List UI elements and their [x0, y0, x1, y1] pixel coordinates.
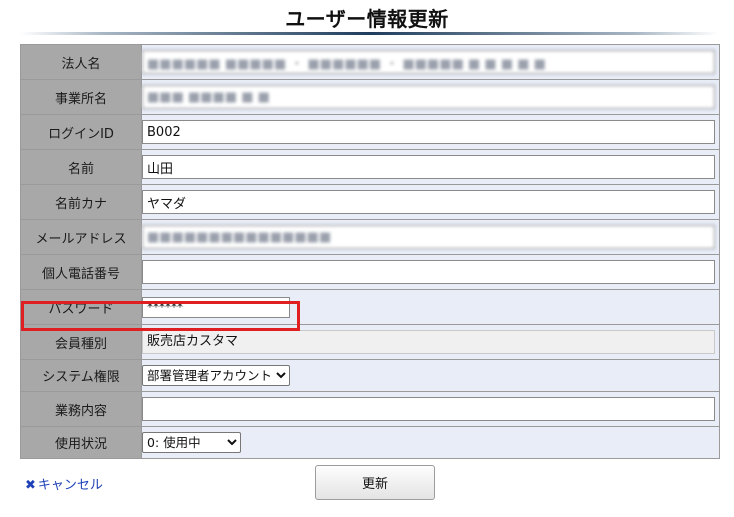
- row-system-role: システム権限 部署管理者アカウント: [20, 359, 720, 392]
- close-icon: ✖: [25, 478, 36, 493]
- system-role-select[interactable]: 部署管理者アカウント: [142, 365, 290, 386]
- status-label: 使用状況: [20, 426, 142, 459]
- email-label: メールアドレス: [20, 219, 142, 255]
- title-divider: [20, 32, 718, 35]
- business-input[interactable]: [142, 397, 715, 421]
- personal-phone-input[interactable]: [142, 260, 715, 284]
- password-input[interactable]: [142, 296, 290, 318]
- member-type-label: 会員種別: [20, 324, 142, 360]
- login-id-label: ログインID: [20, 114, 142, 150]
- login-id-input[interactable]: [142, 120, 715, 144]
- name-input[interactable]: [142, 155, 715, 179]
- update-button[interactable]: 更新: [315, 465, 435, 500]
- member-type-value: 販売店カスタマ: [142, 330, 715, 354]
- row-corp-name: 法人名: [20, 44, 720, 80]
- name-kana-input[interactable]: [142, 190, 715, 214]
- row-login-id: ログインID: [20, 114, 720, 150]
- system-role-label: システム権限: [20, 359, 142, 392]
- corp-name-input[interactable]: [142, 50, 715, 74]
- name-kana-label: 名前カナ: [20, 184, 142, 220]
- password-label: パスワード: [20, 289, 142, 325]
- row-office-name: 事業所名: [20, 79, 720, 115]
- office-name-input[interactable]: [142, 85, 715, 109]
- user-info-form: 法人名 事業所名 ログインID 名前 名前カナ メールアドレス 個人電話番号 パ…: [20, 44, 720, 459]
- cancel-label: キャンセル: [37, 478, 103, 493]
- row-name-kana: 名前カナ: [20, 184, 720, 220]
- page-title: ユーザー情報更新: [285, 7, 449, 31]
- business-label: 業務内容: [20, 391, 142, 427]
- cancel-link[interactable]: ✖ キャンセル: [25, 474, 103, 493]
- row-password: パスワード: [20, 289, 720, 325]
- row-personal-phone: 個人電話番号: [20, 254, 720, 290]
- row-business: 業務内容: [20, 391, 720, 427]
- row-name: 名前: [20, 149, 720, 185]
- row-status: 使用状況 0: 使用中: [20, 426, 720, 459]
- row-email: メールアドレス: [20, 219, 720, 255]
- name-label: 名前: [20, 149, 142, 185]
- row-member-type: 会員種別 販売店カスタマ: [20, 324, 720, 360]
- office-name-label: 事業所名: [20, 79, 142, 115]
- corp-name-label: 法人名: [20, 44, 142, 80]
- status-select[interactable]: 0: 使用中: [142, 432, 241, 453]
- personal-phone-label: 個人電話番号: [20, 254, 142, 290]
- email-input[interactable]: [142, 225, 715, 249]
